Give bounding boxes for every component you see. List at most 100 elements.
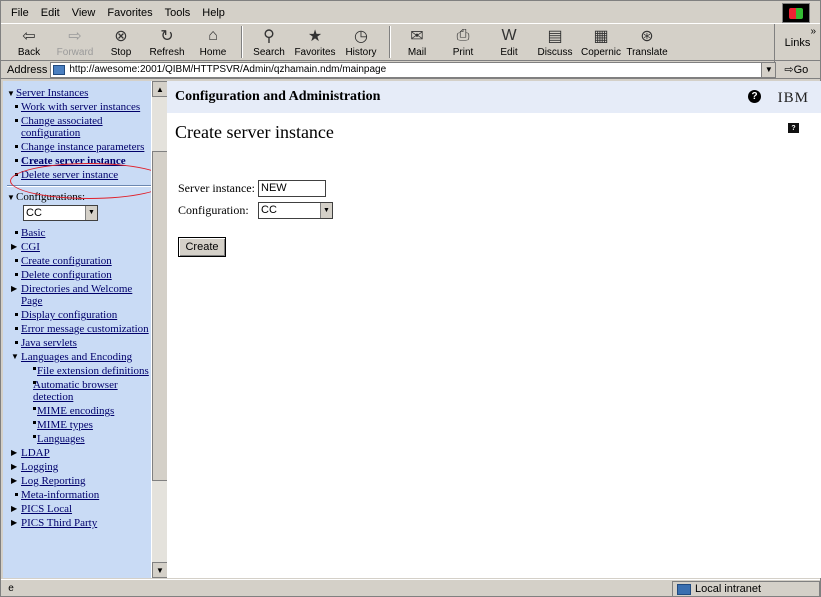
page-title: Create server instance	[175, 122, 334, 142]
copernic-button[interactable]: ▦ Copernic	[581, 24, 621, 58]
stop-button[interactable]: ⊗ Stop	[101, 24, 141, 58]
bullet-icon	[33, 435, 36, 438]
bullet-icon	[15, 173, 18, 176]
bullet-icon	[15, 341, 18, 344]
bullet-icon	[15, 327, 18, 330]
chevron-down-icon[interactable]: ▼	[761, 62, 776, 77]
help-icon[interactable]: ?	[748, 90, 761, 103]
forward-button[interactable]: ⇨ Forward	[55, 24, 95, 58]
nav-scrollbar[interactable]: ▲ ▼	[151, 81, 168, 578]
address-url: http://awesome:2001/QIBM/HTTPSVR/Admin/q…	[69, 64, 387, 75]
translate-button[interactable]: ⊛ Translate	[626, 24, 667, 58]
bullet-icon	[15, 313, 18, 316]
mail-button[interactable]: ✉ Mail	[397, 24, 437, 58]
bullet-icon	[15, 119, 18, 122]
discuss-button[interactable]: ▤ Discuss	[535, 24, 575, 58]
nav-subitem[interactable]: Automatic browser detection	[7, 379, 151, 403]
triangle-right-icon: ▶	[11, 518, 18, 527]
refresh-button[interactable]: ↻ Refresh	[147, 24, 187, 58]
nav-item[interactable]: ▶ Directories and Welcome Page	[7, 283, 151, 307]
home-button[interactable]: ⌂ Home	[193, 24, 233, 58]
nav-item-create-server-instance[interactable]: Create server instance	[7, 155, 151, 167]
search-button[interactable]: ⚲ Search	[249, 24, 289, 58]
configuration-label: Configuration:	[178, 202, 249, 217]
nav-section-server-instances[interactable]: ▼Server Instances	[7, 87, 151, 99]
back-button[interactable]: ⇦ Back	[9, 24, 49, 58]
toolbar: ⇦ Back ⇨ Forward ⊗ Stop ↻ Refresh ⌂ Home ⚲ Sea…	[1, 23, 820, 62]
triangle-right-icon: ▶	[11, 462, 18, 471]
address-bar: Address http://awesome:2001/QIBM/HTTPSVR…	[1, 61, 820, 79]
browser-window: File Edit View Favorites Tools Help ⇦ Bac…	[0, 0, 821, 597]
nav-item[interactable]: Create configuration	[7, 255, 151, 267]
nav-item[interactable]: ▶ PICS Local	[7, 503, 151, 515]
address-label: Address	[7, 63, 48, 76]
nav-item[interactable]: ▶ CGI	[7, 241, 151, 253]
nav-divider	[7, 185, 151, 187]
nav-item[interactable]: Delete server instance	[7, 169, 151, 181]
nav-item[interactable]: Basic	[7, 227, 151, 239]
nav-item[interactable]: ▶ LDAP	[7, 447, 151, 459]
nav-item[interactable]: Java servlets	[7, 337, 151, 349]
nav-section-configurations[interactable]: ▼Configurations:	[7, 191, 151, 203]
nav-item[interactable]: Error message customization	[7, 323, 151, 335]
bullet-icon	[15, 231, 18, 234]
nav-item[interactable]: ▶ Logging	[7, 461, 151, 473]
edit-icon: W	[501, 27, 517, 44]
configuration-select[interactable]: CC ▼	[23, 205, 98, 221]
menu-file[interactable]: File	[11, 7, 29, 19]
info-icon[interactable]: ?	[788, 123, 799, 133]
menu-view[interactable]: View	[72, 7, 96, 19]
nav-item[interactable]: ▶ PICS Third Party	[7, 517, 151, 529]
toolbar-separator	[389, 26, 391, 58]
address-input[interactable]: http://awesome:2001/QIBM/HTTPSVR/Admin/q…	[50, 61, 777, 78]
nav-item[interactable]: Delete configuration	[7, 269, 151, 281]
nav-item[interactable]: Work with server instances	[7, 101, 151, 113]
menu-favorites[interactable]: Favorites	[107, 7, 152, 19]
scroll-thumb[interactable]	[152, 151, 168, 481]
page-icon	[53, 64, 66, 75]
nav-item[interactable]: Change instance parameters	[7, 141, 151, 153]
nav-item[interactable]: Change associated configuration	[7, 115, 151, 139]
windows-logo-icon	[782, 3, 810, 23]
go-button[interactable]: ⇨Go	[784, 63, 808, 76]
nav-item[interactable]: Meta-information	[7, 489, 151, 501]
home-icon: ⌂	[208, 27, 218, 44]
back-arrow-icon: ⇦	[22, 28, 36, 45]
menu-edit[interactable]: Edit	[41, 7, 60, 19]
bullet-icon	[33, 407, 36, 410]
forward-arrow-icon: ⇨	[68, 28, 82, 45]
triangle-down-icon: ▼	[11, 352, 19, 361]
create-button[interactable]: Create	[178, 237, 226, 257]
scroll-up-icon[interactable]: ▲	[152, 81, 168, 97]
mail-icon: ✉	[410, 28, 424, 45]
favorites-icon: ★	[307, 28, 323, 45]
scroll-down-icon[interactable]: ▼	[152, 562, 168, 578]
content-frame: Configuration and Administration ? IBM C…	[167, 81, 821, 578]
discuss-icon: ▤	[547, 28, 563, 45]
triangle-down-icon: ▼	[7, 193, 15, 202]
history-button[interactable]: ◷ History	[341, 24, 381, 58]
server-instance-input[interactable]: NEW	[258, 179, 326, 197]
menu-help[interactable]: Help	[202, 7, 225, 19]
edit-button[interactable]: W Edit	[489, 24, 529, 58]
print-button[interactable]: ⎙ Print	[443, 24, 483, 58]
menu-tools[interactable]: Tools	[165, 7, 191, 19]
page-status-icon: e	[8, 583, 14, 594]
history-icon: ◷	[354, 28, 368, 45]
nav-subitem[interactable]: Languages	[7, 433, 151, 445]
links-button[interactable]: Links»	[774, 24, 820, 62]
triangle-down-icon: ▼	[7, 89, 15, 98]
nav-item[interactable]: ▶ Log Reporting	[7, 475, 151, 487]
nav-subitem[interactable]: MIME encodings	[7, 405, 151, 417]
create-instance-form: Server instance: NEW Configuration: CC ▼	[178, 177, 333, 221]
nav-item[interactable]: ▼ Languages and Encoding	[7, 351, 151, 363]
nav-item[interactable]: Display configuration	[7, 309, 151, 321]
configuration-dropdown[interactable]: CC ▼	[258, 201, 333, 219]
bullet-icon	[33, 367, 36, 370]
bullet-icon	[15, 273, 18, 276]
nav-subitem[interactable]: File extension definitions	[7, 365, 151, 377]
bullet-icon	[15, 105, 18, 108]
favorites-button[interactable]: ★ Favorites	[294, 24, 335, 58]
nav-subitem[interactable]: MIME types	[7, 419, 151, 431]
search-icon: ⚲	[263, 28, 275, 45]
